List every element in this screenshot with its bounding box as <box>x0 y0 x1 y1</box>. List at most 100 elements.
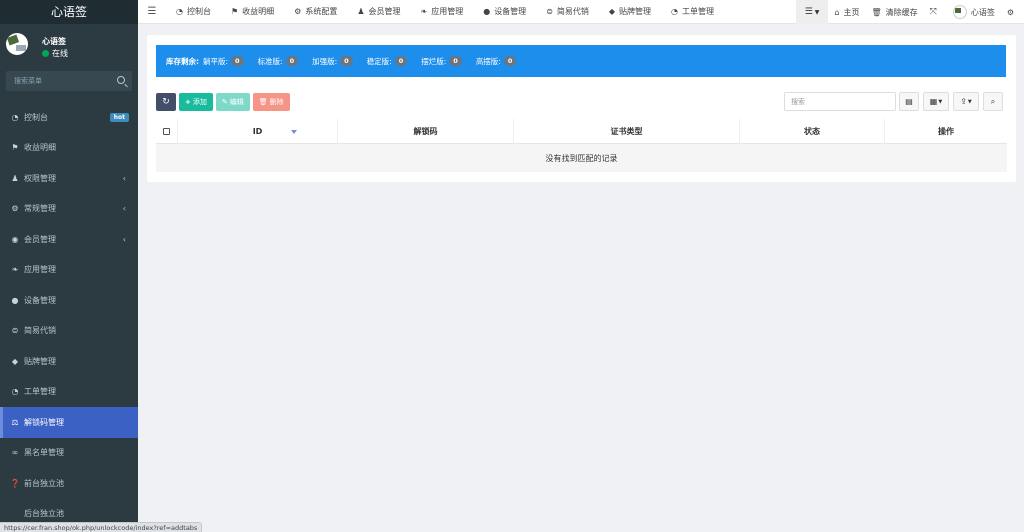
stock-lead: 库存剩余: <box>166 56 199 66</box>
nav-clear-cache[interactable]: 🗑 清除缓存 <box>865 0 923 24</box>
add-button-label: 添加 <box>192 98 207 106</box>
nav-label: 清除缓存 <box>885 7 918 17</box>
column-header-status[interactable]: 状态 <box>740 118 885 144</box>
nav-dashboard[interactable]: ◔ 控制台 <box>166 0 221 24</box>
nav-user-name: 心语签 <box>970 7 995 17</box>
sidebar-item-front-pool[interactable]: ❓ 前台独立池 <box>0 468 138 499</box>
nav-label: 主页 <box>843 7 860 17</box>
sidebar-item-apps[interactable]: ❧ 应用管理 <box>0 255 138 286</box>
sort-desc-icon <box>291 129 297 134</box>
sidebar-item-label: 简易代销 <box>24 326 56 336</box>
caret-down-icon: ▼ <box>814 8 820 16</box>
sidebar-item-label: 收益明细 <box>24 143 56 153</box>
advanced-search-button[interactable]: ⌕ <box>983 92 1003 111</box>
nav-system-config[interactable]: ⚙ 系统配置 <box>284 0 347 24</box>
search-icon[interactable] <box>117 76 125 84</box>
gears-icon: ⚙ <box>1006 7 1014 17</box>
sidebar-item-unlock-codes[interactable]: ⚖ 解锁码管理 <box>0 407 138 438</box>
nav-label: 会员管理 <box>368 7 401 16</box>
nav-oem[interactable]: ◆ 贴牌管理 <box>599 0 661 24</box>
unlock-code-table: ID 解锁码 证书类型 状态 操作 没有找到匹配的记录 <box>156 118 1007 172</box>
tag-icon: ◆ <box>608 7 616 16</box>
content-panel: 库存剩余: 躺平版: 0 标准版: 0 加强版: 0 稳定版: 0 摆烂版: 0 高摆版:… <box>147 35 1016 182</box>
sidebar-item-oem[interactable]: ◆ 贴牌管理 <box>0 346 138 377</box>
record-icon: ⊜ <box>11 326 19 336</box>
dashboard-icon: ◔ <box>11 112 19 122</box>
sidebar-item-tickets[interactable]: ◔ 工单管理 <box>0 377 138 408</box>
sidebar-item-permissions[interactable]: ♟ 权限管理 ‹ <box>0 163 138 194</box>
stock-count-badge: 0 <box>231 56 244 66</box>
stock-label: 躺平版: <box>203 56 229 66</box>
nav-apps[interactable]: ❧ 应用管理 <box>411 0 474 24</box>
circle-icon: ● <box>483 7 491 16</box>
user-panel: 心语签 在线 <box>0 24 138 68</box>
table-header: ID 解锁码 证书类型 状态 操作 <box>156 118 1007 144</box>
nav-home[interactable]: ⌂ 主页 <box>828 0 865 24</box>
menu-search-input[interactable] <box>6 71 132 91</box>
sidebar-item-label: 解锁码管理 <box>24 417 64 427</box>
plus-icon: + <box>185 98 191 106</box>
column-header-id[interactable]: ID <box>178 118 338 144</box>
cogs-icon: ⚙ <box>11 204 19 214</box>
question-circle-icon: ❓ <box>10 478 20 488</box>
menu-mode-dropdown[interactable]: ☰ ▼ <box>795 0 829 24</box>
sidebar-item-resale[interactable]: ⊜ 简易代销 <box>0 316 138 347</box>
stock-label: 标准版: <box>257 56 283 66</box>
sidebar-item-devices[interactable]: ● 设备管理 <box>0 285 138 316</box>
nav-label: 应用管理 <box>431 7 464 16</box>
app-logo[interactable]: 心语签 <box>0 0 138 24</box>
sidebar-item-label: 会员管理 <box>24 234 56 244</box>
add-button[interactable]: + 添加 <box>179 93 213 111</box>
stock-label: 加强版: <box>312 56 338 66</box>
stock-summary-bar: 库存剩余: 躺平版: 0 标准版: 0 加强版: 0 稳定版: 0 摆烂版: 0 高摆版:… <box>156 45 1006 77</box>
user-status-label: 在线 <box>52 49 68 58</box>
sidebar-item-blacklist[interactable]: ∞ 黑名单管理 <box>0 438 138 469</box>
table-search-input[interactable] <box>785 93 895 110</box>
sidebar-toggle-icon[interactable]: ☰ <box>138 6 166 17</box>
sidebar-item-dashboard[interactable]: ◔ 控制台 hot <box>0 102 138 133</box>
nav-settings[interactable]: ⚙ <box>1001 0 1024 24</box>
nav-devices[interactable]: ● 设备管理 <box>473 0 536 24</box>
table-toolbar: ↻ + 添加 ✎ 编辑 🗑 删除 <box>156 93 290 111</box>
nav-members[interactable]: ♟ 会员管理 <box>347 0 410 24</box>
nav-resale[interactable]: ⊜ 简易代销 <box>536 0 599 24</box>
binoculars-icon: ∞ <box>11 448 19 458</box>
column-header-cert-type[interactable]: 证书类型 <box>514 118 740 144</box>
sidebar-item-income[interactable]: ⚑ 收益明细 <box>0 133 138 164</box>
nav-user[interactable]: 心语签 <box>947 0 1001 24</box>
select-all-checkbox[interactable] <box>163 127 170 135</box>
select-all-cell <box>156 118 178 144</box>
caret-down-icon: ▼ <box>938 98 943 105</box>
users-icon: ♟ <box>11 173 19 183</box>
caret-down-icon: ▼ <box>967 98 972 105</box>
empty-table-message: 没有找到匹配的记录 <box>156 144 1007 172</box>
user-circle-icon: ◉ <box>11 234 19 244</box>
nav-label: 贴牌管理 <box>619 7 652 16</box>
column-label: 状态 <box>804 126 820 136</box>
sidebar-item-general[interactable]: ⚙ 常规管理 ‹ <box>0 194 138 225</box>
edit-button[interactable]: ✎ 编辑 <box>215 93 250 111</box>
export-button[interactable]: ⇪ ▼ <box>953 92 979 111</box>
toggle-view-button[interactable]: ▤ <box>899 92 919 111</box>
sidebar-menu: ◔ 控制台 hot ⚑ 收益明细 ♟ 权限管理 ‹ ⚙ 常规管理 ‹ ◉ 会员管… <box>0 102 138 529</box>
nav-fullscreen[interactable]: ⤧ <box>924 0 947 24</box>
nav-label: 设备管理 <box>494 7 527 16</box>
refresh-button[interactable]: ↻ <box>156 93 176 111</box>
stock-item: 躺平版: 0 <box>203 56 244 67</box>
sidebar-search <box>6 71 132 91</box>
sidebar-item-label: 后台独立池 <box>24 509 64 519</box>
trash-icon: 🗑 <box>258 98 268 106</box>
delete-button[interactable]: 🗑 删除 <box>252 93 290 111</box>
card-view-icon: ▤ <box>905 97 913 106</box>
stock-count-badge: 0 <box>340 56 353 66</box>
column-header-unlock-code[interactable]: 解锁码 <box>338 118 514 144</box>
nav-income[interactable]: ⚑ 收益明细 <box>221 0 284 24</box>
table-tools: ▤ ▦ ▼ ⇪ ▼ ⌕ <box>899 92 1003 111</box>
sidebar-item-label: 应用管理 <box>24 265 56 275</box>
columns-button[interactable]: ▦ ▼ <box>923 92 949 111</box>
sidebar-item-members[interactable]: ◉ 会员管理 ‹ <box>0 224 138 255</box>
user-status: 在线 <box>42 48 68 59</box>
nav-tickets[interactable]: ◔ 工单管理 <box>661 0 724 24</box>
nav-label: 收益明细 <box>242 7 275 16</box>
trash-icon: 🗑 <box>871 7 882 17</box>
